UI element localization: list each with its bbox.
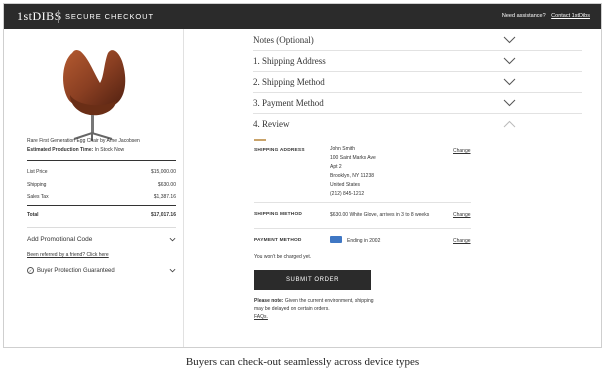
chevron-down-icon <box>169 268 176 273</box>
summary-divider-bottom <box>27 227 176 228</box>
change-payment-link[interactable]: Change <box>453 238 471 244</box>
order-summary-panel: Rare First Generation Egg Chair by Arne … <box>4 29 184 347</box>
chevron-down-icon <box>169 237 176 242</box>
faqs-link[interactable]: FAQs. <box>254 314 268 320</box>
help-text: Need assistance? Contact 1stDibs <box>502 13 590 19</box>
need-assistance-label: Need assistance? <box>501 13 546 19</box>
summary-row-sales-tax: Sales Tax $1,387.16 <box>27 194 176 200</box>
note-label: Please note: <box>254 298 284 304</box>
chevron-down-icon <box>503 78 516 86</box>
shipping-address-value: John Smith 100 Saint Marks Ave Apt 2 Bro… <box>330 145 376 199</box>
section-payment-method[interactable]: 3. Payment Method <box>253 93 582 114</box>
top-bar: 1stDIBS SECURE CHECKOUT Need assistance?… <box>4 4 601 29</box>
check-circle-icon: ✓ <box>27 267 34 274</box>
payment-method-key: PAYMENT METHOD <box>254 238 302 243</box>
address-line: Apt 2 <box>330 164 342 170</box>
address-line: 100 Saint Marks Ave <box>330 155 376 161</box>
summary-row-value: $15,000.00 <box>150 169 176 175</box>
checkout-window: 1stDIBS SECURE CHECKOUT Need assistance?… <box>3 3 602 348</box>
section-notes[interactable]: Notes (Optional) <box>253 30 582 51</box>
product-name: Rare First Generation Egg Chair by Arne … <box>27 138 140 144</box>
total-value: $17,017.16 <box>150 212 176 218</box>
section-label: Notes (Optional) <box>253 35 314 45</box>
chevron-down-icon <box>503 99 516 107</box>
section-label: 1. Shipping Address <box>253 56 326 66</box>
shipping-method-key: SHIPPING METHOD <box>254 212 303 217</box>
change-address-link[interactable]: Change <box>453 148 471 154</box>
payment-method-value: Ending in 2002 <box>330 236 381 244</box>
section-label: 2. Shipping Method <box>253 77 325 87</box>
summary-row-total: Total $17,017.16 <box>27 212 176 218</box>
chevron-down-icon <box>503 36 516 44</box>
address-line: John Smith <box>330 146 356 152</box>
summary-divider-top <box>27 160 176 161</box>
add-promo-code-toggle[interactable]: Add Promotional Code <box>27 236 176 243</box>
buyer-protection-toggle[interactable]: ✓ Buyer Protection Guaranteed <box>27 267 176 274</box>
chevron-up-icon <box>503 120 516 128</box>
buyer-protection-label: Buyer Protection Guaranteed <box>37 268 115 275</box>
change-method-link[interactable]: Change <box>453 212 471 218</box>
figure-caption: Buyers can check-out seamlessly across d… <box>185 356 420 368</box>
production-time-value: In Stock Now <box>94 147 125 153</box>
card-ending: Ending in 2002 <box>347 237 381 244</box>
summary-row-shipping: Shipping $630.00 <box>27 182 176 188</box>
production-time: Estimated Production Time: In Stock Now <box>27 147 124 153</box>
section-shipping-address[interactable]: 1. Shipping Address <box>253 51 582 72</box>
summary-row-list-price: List Price $15,000.00 <box>27 169 176 175</box>
shipping-delay-note: Please note: Given the current environme… <box>254 297 374 313</box>
address-line: United States <box>330 182 361 188</box>
header-divider <box>58 10 59 23</box>
address-line: (212) 845-1212 <box>330 191 365 197</box>
review-divider <box>254 202 471 203</box>
contact-link[interactable]: Contact 1stDibs <box>551 13 590 19</box>
shipping-address-key: SHIPPING ADDRESS <box>254 148 305 153</box>
chevron-down-icon <box>503 57 516 65</box>
section-label: 3. Payment Method <box>253 98 324 108</box>
egg-chair-image <box>63 49 126 141</box>
amex-card-icon <box>330 236 342 243</box>
summary-row-value: $630.00 <box>157 182 176 188</box>
summary-row-label: Shipping <box>27 182 47 188</box>
summary-row-label: List Price <box>27 169 48 175</box>
summary-row-label: Sales Tax <box>27 194 49 200</box>
section-shipping-method[interactable]: 2. Shipping Method <box>253 72 582 93</box>
production-time-label: Estimated Production Time: <box>27 147 94 153</box>
section-label: 4. Review <box>253 119 290 129</box>
submit-order-button[interactable]: SUBMIT ORDER <box>254 270 371 290</box>
brand-logo[interactable]: 1stDIBS <box>17 9 62 24</box>
secure-checkout-title: SECURE CHECKOUT <box>65 12 154 21</box>
summary-divider-total <box>27 205 176 206</box>
shipping-method-value: $630.00 White Glove, arrives in 3 to 8 w… <box>330 212 430 218</box>
promo-label: Add Promotional Code <box>27 236 93 243</box>
summary-row-value: $1,387.16 <box>153 194 176 200</box>
section-review[interactable]: 4. Review <box>253 114 582 135</box>
total-label: Total <box>27 212 39 218</box>
address-line: Brooklyn, NY 11238 <box>330 173 375 179</box>
referred-link[interactable]: Been referred by a friend? Click here <box>27 252 109 258</box>
review-accent-bar <box>254 139 266 141</box>
review-divider <box>254 228 471 229</box>
not-charged-notice: You won't be charged yet. <box>254 254 312 260</box>
